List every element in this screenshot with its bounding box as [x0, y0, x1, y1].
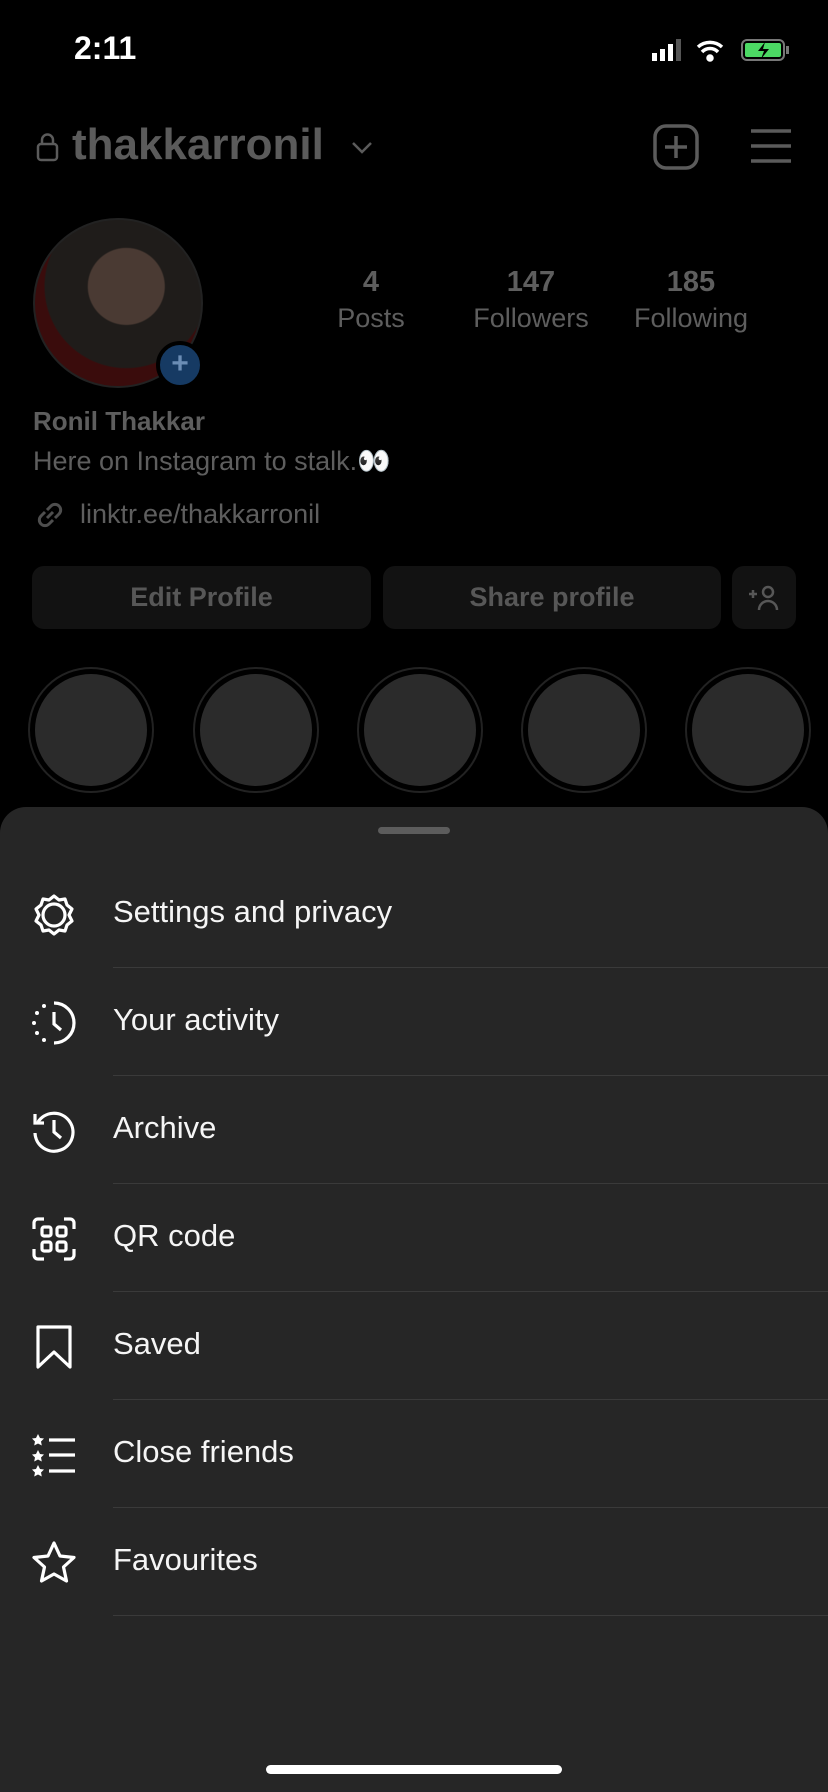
stat-label: Posts: [337, 303, 405, 333]
close-friends-icon: [32, 1434, 75, 1477]
username-switcher[interactable]: thakkarronil: [72, 120, 324, 170]
stat-following[interactable]: 185 Following: [616, 266, 766, 334]
chevron-down-icon[interactable]: [350, 140, 374, 156]
menu-item-close-friends[interactable]: Close friends: [0, 1400, 828, 1508]
stat-value: 147: [506, 266, 556, 298]
link-icon: [37, 502, 63, 528]
star-icon: [32, 1541, 76, 1583]
menu-item-archive[interactable]: Archive: [0, 1076, 828, 1184]
stat-followers[interactable]: 147 Followers: [456, 266, 606, 334]
bookmark-icon: [36, 1325, 72, 1369]
status-time: 2:11: [74, 30, 137, 66]
menu-item-settings[interactable]: Settings and privacy: [0, 860, 828, 968]
menu-item-label: Favourites: [113, 1542, 258, 1577]
share-profile-button[interactable]: Share profile: [383, 566, 721, 629]
story-highlight[interactable]: [28, 667, 154, 793]
story-highlight[interactable]: [685, 667, 811, 793]
lock-icon: [36, 133, 59, 162]
profile-bio: Here on Instagram to stalk.👀: [33, 446, 391, 476]
menu-item-label: Settings and privacy: [113, 894, 393, 929]
signal-icon: [652, 39, 681, 61]
status-icons: [652, 39, 789, 62]
menu-item-your-activity[interactable]: Your activity: [0, 968, 828, 1076]
menu-item-label: Archive: [113, 1110, 217, 1145]
stat-value: 185: [666, 266, 716, 298]
sheet-grabber[interactable]: [378, 827, 450, 834]
add-person-icon: [749, 585, 779, 610]
profile-link[interactable]: linktr.ee/thakkarronil: [80, 499, 320, 530]
activity-icon: [32, 1001, 76, 1045]
menu-item-label: Your activity: [113, 1002, 279, 1037]
story-highlight[interactable]: [521, 667, 647, 793]
menu-icon[interactable]: [750, 128, 792, 164]
profile-name: Ronil Thakkar: [33, 406, 205, 436]
create-post-icon[interactable]: [653, 124, 699, 170]
story-highlight[interactable]: [193, 667, 319, 793]
story-highlight[interactable]: [357, 667, 483, 793]
menu-item-label: Saved: [113, 1326, 201, 1361]
home-indicator[interactable]: [266, 1765, 562, 1774]
menu-item-saved[interactable]: Saved: [0, 1292, 828, 1400]
wifi-icon: [696, 40, 724, 62]
stat-posts[interactable]: 4 Posts: [296, 266, 446, 334]
edit-profile-button[interactable]: Edit Profile: [32, 566, 371, 629]
menu-item-qr-code[interactable]: QR code: [0, 1184, 828, 1292]
menu-item-label: QR code: [113, 1218, 236, 1253]
menu-item-favourites[interactable]: Favourites: [0, 1508, 828, 1616]
menu-item-label: Close friends: [113, 1434, 294, 1469]
discover-people-button[interactable]: [732, 566, 796, 629]
add-story-icon[interactable]: +: [156, 341, 204, 389]
gear-icon: [34, 894, 74, 936]
stat-label: Following: [633, 303, 749, 333]
battery-icon: [741, 39, 789, 61]
qr-code-icon: [32, 1217, 76, 1261]
stat-label: Followers: [473, 303, 589, 333]
archive-icon: [33, 1111, 75, 1153]
stat-value: 4: [362, 266, 380, 298]
